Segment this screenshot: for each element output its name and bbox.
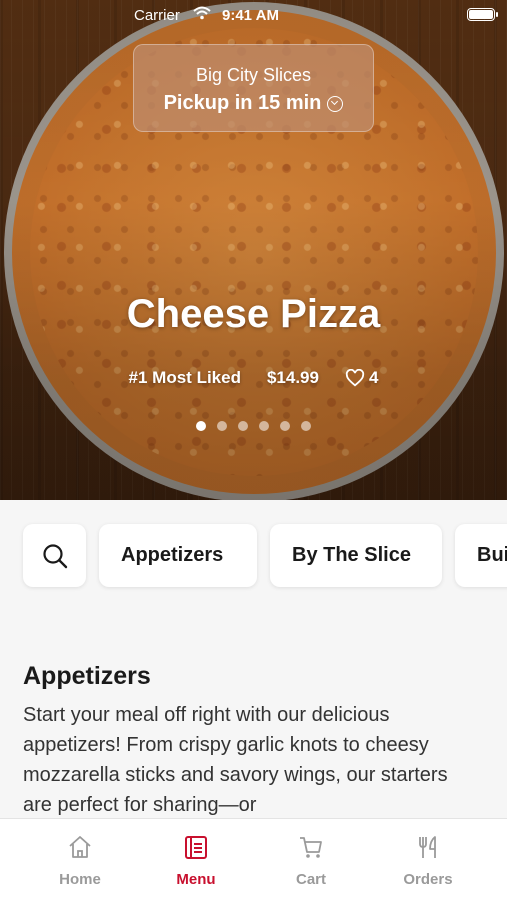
- fork-knife-icon: [419, 836, 436, 858]
- menu-book-icon: [185, 836, 207, 859]
- store-name: Big City Slices: [195, 65, 312, 85]
- category-chip-build[interactable]: Bui: [455, 524, 507, 587]
- featured-likes[interactable]: 4: [345, 368, 378, 388]
- search-button[interactable]: [23, 524, 86, 587]
- likes-count: 4: [368, 368, 379, 387]
- wifi-icon: [193, 6, 211, 20]
- carousel-dot[interactable]: [301, 421, 311, 431]
- tab-menu[interactable]: Menu: [133, 819, 259, 900]
- tab-home[interactable]: Home: [17, 819, 143, 900]
- pickup-selector[interactable]: Big City Slices Pickup in 15 min: [133, 44, 374, 132]
- section-title: Appetizers: [23, 662, 151, 690]
- tab-label: Cart: [295, 871, 326, 888]
- pickup-time: Pickup in 15 min: [163, 92, 322, 114]
- carousel-dot[interactable]: [196, 421, 206, 431]
- battery-icon: [467, 8, 498, 21]
- home-icon: [69, 836, 91, 858]
- carousel-dot[interactable]: [259, 421, 269, 431]
- chevron-down-circle-icon: [327, 95, 344, 112]
- carrier-label: Carrier: [134, 7, 180, 24]
- carousel-dot[interactable]: [280, 421, 290, 431]
- featured-item-title: Cheese Pizza: [126, 292, 381, 336]
- tab-orders[interactable]: Orders: [365, 819, 491, 900]
- section-description: Start your meal off right with our delic…: [23, 704, 448, 816]
- tab-label: Orders: [403, 871, 453, 888]
- featured-rank: #1 Most Liked: [128, 368, 241, 387]
- category-chip-by-the-slice[interactable]: By The Slice: [270, 524, 442, 587]
- tab-label: Menu: [176, 871, 216, 888]
- carousel-dots[interactable]: [0, 421, 507, 431]
- category-chip-appetizers[interactable]: Appetizers: [99, 524, 257, 587]
- hero-banner[interactable]: Carrier 9:41 AM Big City Slices Pickup i…: [0, 0, 507, 500]
- status-bar: Carrier 9:41 AM: [0, 0, 507, 30]
- cart-icon: [300, 837, 322, 858]
- search-icon: [42, 543, 67, 568]
- carousel-dot[interactable]: [238, 421, 248, 431]
- heart-icon: [345, 369, 365, 387]
- tab-bar: Home Menu Cart Orders: [0, 818, 507, 900]
- tab-cart[interactable]: Cart: [248, 819, 374, 900]
- clock: 9:41 AM: [222, 7, 279, 24]
- featured-item-meta: #1 Most Liked $14.99 4: [0, 368, 507, 388]
- featured-price: $14.99: [266, 368, 319, 387]
- category-strip[interactable]: Appetizers By The Slice Bui: [0, 500, 507, 610]
- tab-label: Home: [59, 871, 101, 888]
- carousel-dot[interactable]: [217, 421, 227, 431]
